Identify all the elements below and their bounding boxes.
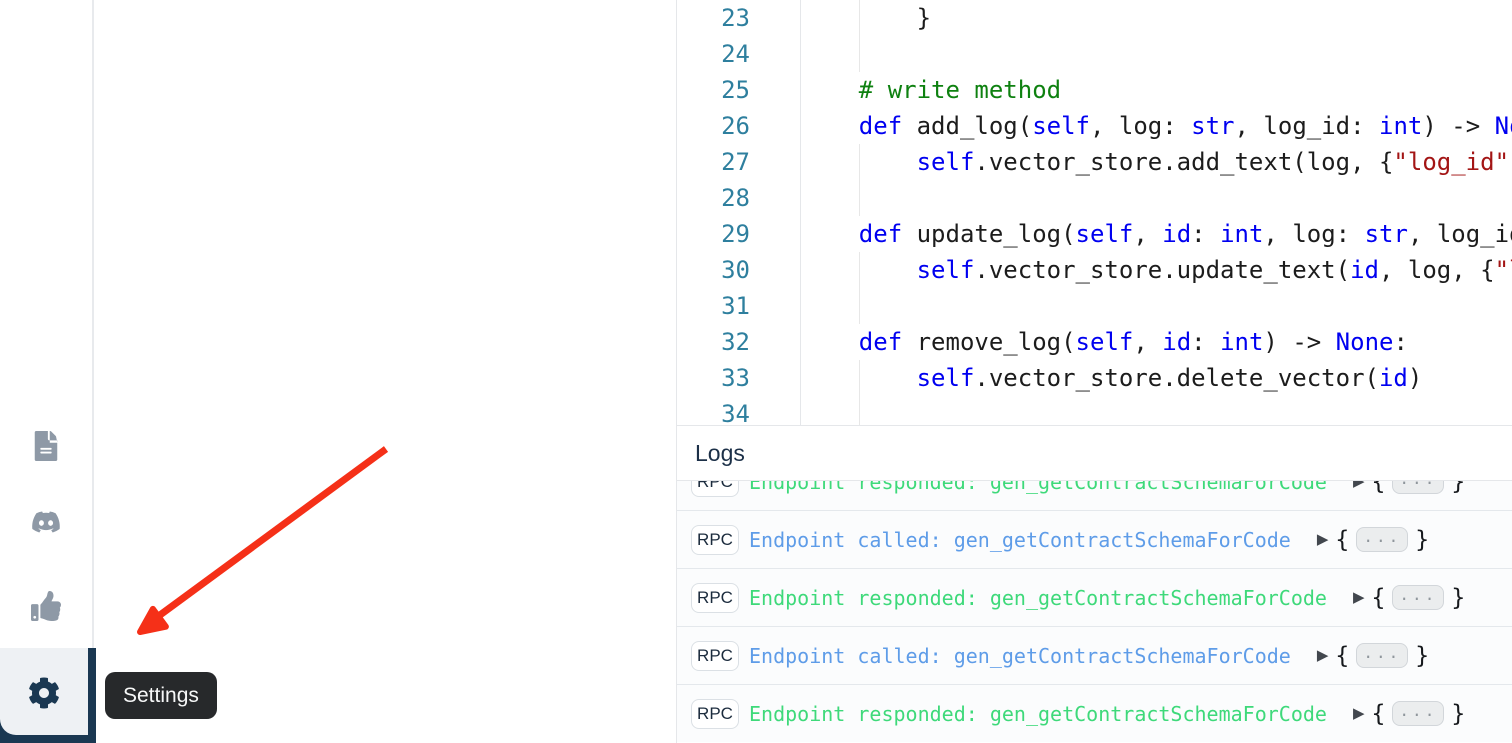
brace-close: } [1451,481,1465,495]
brace-close: } [1451,585,1465,611]
line-number: 27 [677,144,801,180]
rpc-badge: RPC [691,699,739,729]
rpc-badge: RPC [691,481,739,497]
code-text: # write method [801,72,1512,108]
code-line: 33 self.vector_store.delete_vector(id) [677,360,1512,396]
code-text: self.vector_store.add_text(log, {"log_id… [801,144,1512,180]
logs-panel-header: Logs [677,425,1512,481]
code-text: def remove_log(self, id: int) -> None: [801,324,1512,360]
discord-button[interactable] [22,499,70,547]
rpc-badge: RPC [691,583,739,613]
brace-close: } [1451,701,1465,727]
code-line: 28 [677,180,1512,216]
brace-open: { [1372,481,1386,495]
log-message: Endpoint responded: gen_getContractSchem… [749,702,1327,726]
ellipsis-button[interactable]: ... [1356,527,1408,552]
ellipsis-button[interactable]: ... [1392,481,1444,494]
log-message: Endpoint called: gen_getContractSchemaFo… [749,528,1291,552]
code-line: 34 [677,396,1512,425]
line-number: 32 [677,324,801,360]
line-number: 29 [677,216,801,252]
brace-open: { [1372,701,1386,727]
code-text: def add_log(self, log: str, log_id: int)… [801,108,1512,144]
line-number: 26 [677,108,801,144]
expand-arrow-icon[interactable]: ▶ [1317,532,1329,547]
indent-guide [859,360,860,396]
indent-guide [859,0,860,36]
thumbs-up-icon [31,591,61,624]
sidebar-item-settings-active [0,648,96,743]
code-line: 31 [677,288,1512,324]
log-message: Endpoint responded: gen_getContractSchem… [749,586,1327,610]
settings-tooltip: Settings [105,672,217,719]
log-row[interactable]: RPC Endpoint called: gen_getContractSchem… [677,511,1512,569]
ellipsis-button[interactable]: ... [1356,643,1408,668]
line-number: 33 [677,360,801,396]
expand-arrow-icon[interactable]: ▶ [1353,590,1365,605]
indent-guide [859,396,860,425]
indent-guide [859,288,860,324]
document-icon [31,431,61,464]
code-line: 24 [677,36,1512,72]
log-message: Endpoint responded: gen_getContractSchem… [749,481,1327,494]
indent-guide [859,36,860,72]
code-text: } [801,0,1512,36]
line-number: 23 [677,0,801,36]
code-text: self.vector_store.delete_vector(id) [801,360,1512,396]
log-row[interactable]: RPC Endpoint responded: gen_getContractSc… [677,685,1512,742]
log-row[interactable]: RPC Endpoint responded: gen_getContractSc… [677,481,1512,511]
log-row[interactable]: RPC Endpoint called: gen_getContractSchem… [677,627,1512,685]
logs-title: Logs [695,440,745,467]
code-editor: 23 }2425 # write method26 def add_log(se… [677,0,1512,425]
gear-icon [28,677,60,712]
brace-open: { [1372,585,1386,611]
code-line: 29 def update_log(self, id: int, log: st… [677,216,1512,252]
code-line: 25 # write method [677,72,1512,108]
line-number: 31 [677,288,801,324]
code-line: 27 self.vector_store.add_text(log, {"log… [677,144,1512,180]
code-line: 26 def add_log(self, log: str, log_id: i… [677,108,1512,144]
code-text: def update_log(self, id: int, log: str, … [801,216,1512,252]
indent-guide [859,144,860,180]
brace-open: { [1335,643,1349,669]
code-line: 30 self.vector_store.update_text(id, log… [677,252,1512,288]
ellipsis-button[interactable]: ... [1392,701,1444,726]
log-message: Endpoint called: gen_getContractSchemaFo… [749,644,1291,668]
content-panel-empty [94,0,676,743]
line-number: 24 [677,36,801,72]
line-number: 30 [677,252,801,288]
sidebar [0,0,94,743]
ellipsis-button[interactable]: ... [1392,585,1444,610]
line-number: 25 [677,72,801,108]
brace-close: } [1415,643,1429,669]
indent-guide [859,252,860,288]
settings-button[interactable] [20,670,68,718]
indent-guide [859,180,860,216]
brace-close: } [1415,527,1429,553]
brace-open: { [1335,527,1349,553]
logs-list: RPC Endpoint responded: gen_getContractSc… [677,481,1512,742]
expand-arrow-icon[interactable]: ▶ [1317,648,1329,663]
code-line: 23 } [677,0,1512,36]
line-number: 34 [677,396,801,425]
expand-arrow-icon[interactable]: ▶ [1353,706,1365,721]
rpc-badge: RPC [691,641,739,671]
code-and-logs-panel: 23 }2425 # write method26 def add_log(se… [676,0,1512,743]
rpc-badge: RPC [691,525,739,555]
docs-button[interactable] [22,423,70,471]
log-row[interactable]: RPC Endpoint responded: gen_getContractSc… [677,569,1512,627]
code-text: self.vector_store.update_text(id, log, {… [801,252,1512,288]
discord-icon [31,507,61,540]
code-line: 32 def remove_log(self, id: int) -> None… [677,324,1512,360]
expand-arrow-icon[interactable]: ▶ [1353,481,1365,489]
feedback-button[interactable] [22,583,70,631]
line-number: 28 [677,180,801,216]
